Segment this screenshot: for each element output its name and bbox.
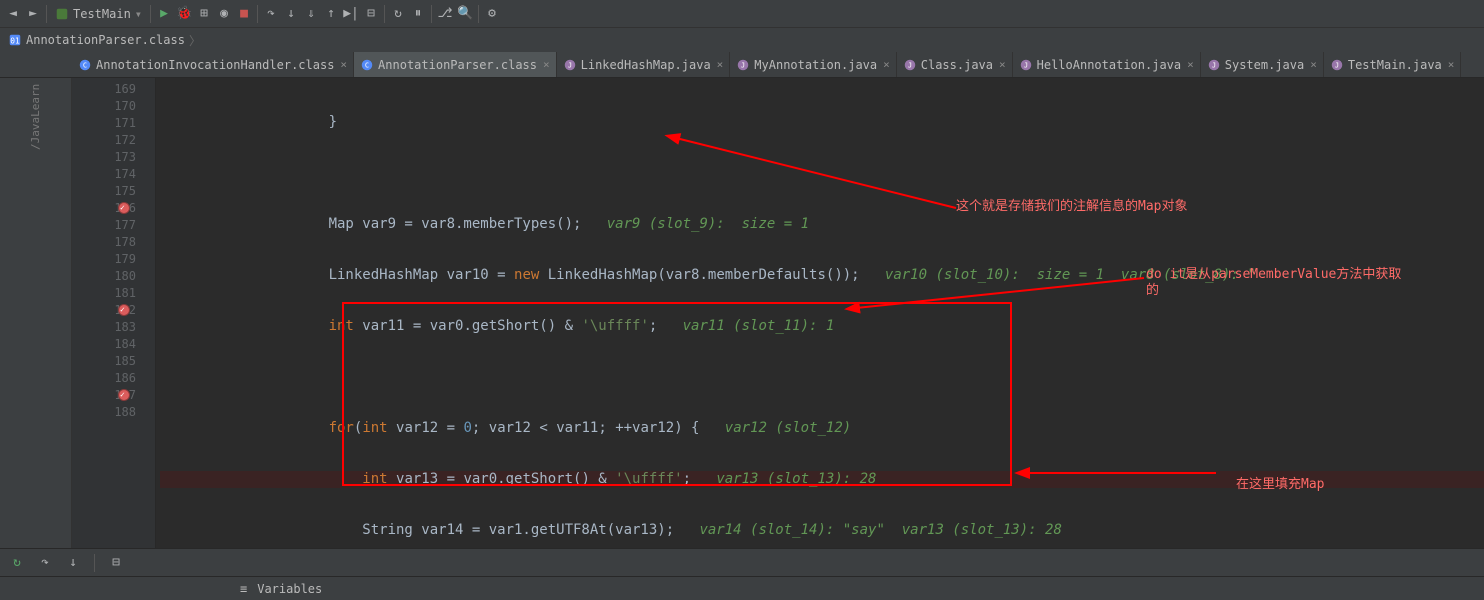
editor-tab[interactable]: C AnnotationInvocationHandler.class ×: [72, 52, 354, 78]
close-icon[interactable]: ×: [543, 58, 550, 71]
run-config-label: TestMain: [73, 7, 131, 21]
gutter-line[interactable]: 186: [72, 369, 142, 386]
gutter-line[interactable]: 181: [72, 284, 142, 301]
tab-label: System.java: [1225, 58, 1304, 72]
fold-column[interactable]: [142, 78, 156, 548]
gutter-line[interactable]: 171: [72, 114, 142, 131]
gutter-line[interactable]: 170: [72, 97, 142, 114]
variables-tab-icon[interactable]: ≡: [240, 582, 247, 596]
gutter-line[interactable]: 180: [72, 267, 142, 284]
search-icon[interactable]: 🔍: [456, 5, 474, 23]
svg-text:J: J: [568, 61, 572, 69]
gutter-line[interactable]: 178: [72, 233, 142, 250]
tab-label: AnnotationParser.class: [378, 58, 537, 72]
editor-tab[interactable]: J MyAnnotation.java ×: [730, 52, 896, 78]
coverage-icon[interactable]: ⊞: [195, 5, 213, 23]
git-icon[interactable]: ⎇: [436, 5, 454, 23]
tab-label: AnnotationInvocationHandler.class: [96, 58, 334, 72]
step-over-icon-2[interactable]: ↷: [36, 554, 54, 572]
gutter-line[interactable]: 188: [72, 403, 142, 420]
gutter-line[interactable]: 183: [72, 318, 142, 335]
close-icon[interactable]: ×: [1448, 58, 1455, 71]
run-icon[interactable]: ▶: [155, 5, 173, 23]
step-over-icon[interactable]: ↷: [262, 5, 280, 23]
svg-text:01: 01: [10, 37, 20, 46]
editor-area: /JavaLearn 169170171172173174175176✓1771…: [0, 78, 1484, 548]
editor-tabs: C AnnotationInvocationHandler.class × C Anno…: [0, 52, 1484, 78]
gutter-line[interactable]: 177: [72, 216, 142, 233]
pause-icon[interactable]: ⏸: [409, 5, 427, 23]
gutter-line[interactable]: 176✓: [72, 199, 142, 216]
tab-label: LinkedHashMap.java: [581, 58, 711, 72]
back-icon[interactable]: ◄: [4, 5, 22, 23]
editor-tab[interactable]: J HelloAnnotation.java ×: [1013, 52, 1201, 78]
step-out-icon[interactable]: ↑: [322, 5, 340, 23]
debug-toolbar: ↻ ↷ ↓ ⊟: [0, 548, 1484, 576]
main-toolbar: ◄ ► TestMain ▾ ▶ 🐞 ⊞ ◉ ■ ↷ ↓ ⇓ ↑ ▶| ⊟ ↻ …: [0, 0, 1484, 28]
step-into-icon-2[interactable]: ↓: [64, 554, 82, 572]
close-icon[interactable]: ×: [883, 58, 890, 71]
editor-tab[interactable]: J System.java ×: [1201, 52, 1324, 78]
svg-text:J: J: [741, 61, 745, 69]
svg-text:J: J: [1024, 61, 1028, 69]
close-icon[interactable]: ×: [340, 58, 347, 71]
gutter-line[interactable]: 169: [72, 80, 142, 97]
annotation-text-2b: 的: [1146, 282, 1159, 299]
profile-icon[interactable]: ◉: [215, 5, 233, 23]
calculator-icon[interactable]: ⊟: [107, 554, 125, 572]
variables-panel: ≡ Variables: [0, 576, 1484, 600]
project-label: /JavaLearn: [29, 79, 42, 150]
checkmark-icon: ✓: [120, 203, 125, 212]
gutter[interactable]: 169170171172173174175176✓177178179180181…: [72, 78, 142, 548]
tab-label: MyAnnotation.java: [754, 58, 877, 72]
close-icon[interactable]: ×: [717, 58, 724, 71]
nav-file-label[interactable]: AnnotationParser.class: [26, 33, 185, 47]
tab-label: HelloAnnotation.java: [1037, 58, 1182, 72]
checkmark-icon: ✓: [120, 390, 125, 399]
stop-icon[interactable]: ■: [235, 5, 253, 23]
close-icon[interactable]: ×: [1310, 58, 1317, 71]
svg-text:J: J: [908, 61, 912, 69]
restart-icon[interactable]: ↻: [8, 554, 26, 572]
project-tool-strip[interactable]: /JavaLearn: [0, 78, 72, 548]
nav-breadcrumb: 01 AnnotationParser.class 〉: [0, 28, 1484, 52]
gutter-line[interactable]: 187✓: [72, 386, 142, 403]
run-to-cursor-icon[interactable]: ▶|: [342, 5, 360, 23]
editor-tab[interactable]: J Class.java ×: [897, 52, 1013, 78]
editor-tab[interactable]: J TestMain.java ×: [1324, 52, 1462, 78]
debug-icon[interactable]: 🐞: [175, 5, 193, 23]
annotation-text-1: 这个就是存储我们的注解信息的Map对象: [956, 198, 1187, 215]
resume-icon[interactable]: ↻: [389, 5, 407, 23]
annotation-text-2: do it是从parseMemberValue方法中获取: [1146, 266, 1401, 283]
svg-text:J: J: [1212, 61, 1216, 69]
gutter-line[interactable]: 174: [72, 165, 142, 182]
close-icon[interactable]: ×: [1187, 58, 1194, 71]
editor-tab[interactable]: C AnnotationParser.class ×: [354, 52, 557, 78]
settings-icon[interactable]: ⚙: [483, 5, 501, 23]
gutter-line[interactable]: 175: [72, 182, 142, 199]
tab-label: Class.java: [921, 58, 993, 72]
editor-tab[interactable]: J LinkedHashMap.java ×: [557, 52, 731, 78]
checkmark-icon: ✓: [120, 305, 125, 314]
step-into-icon[interactable]: ↓: [282, 5, 300, 23]
variables-tab-label[interactable]: Variables: [257, 582, 322, 596]
forward-icon[interactable]: ►: [24, 5, 42, 23]
force-step-icon[interactable]: ⇓: [302, 5, 320, 23]
svg-text:C: C: [83, 61, 87, 69]
tab-label: TestMain.java: [1348, 58, 1442, 72]
gutter-line[interactable]: 182✓: [72, 301, 142, 318]
gutter-line[interactable]: 185: [72, 352, 142, 369]
gutter-line[interactable]: 184: [72, 335, 142, 352]
code-editor[interactable]: } Map var9 = var8.memberTypes(); var9 (s…: [156, 78, 1484, 548]
gutter-line[interactable]: 173: [72, 148, 142, 165]
annotation-text-3: 在这里填充Map: [1236, 476, 1324, 493]
gutter-line[interactable]: 172: [72, 131, 142, 148]
close-icon[interactable]: ×: [999, 58, 1006, 71]
gutter-line[interactable]: 179: [72, 250, 142, 267]
svg-text:J: J: [1335, 61, 1339, 69]
evaluate-icon[interactable]: ⊟: [362, 5, 380, 23]
run-config-selector[interactable]: TestMain ▾: [51, 7, 146, 21]
svg-text:C: C: [365, 61, 369, 69]
